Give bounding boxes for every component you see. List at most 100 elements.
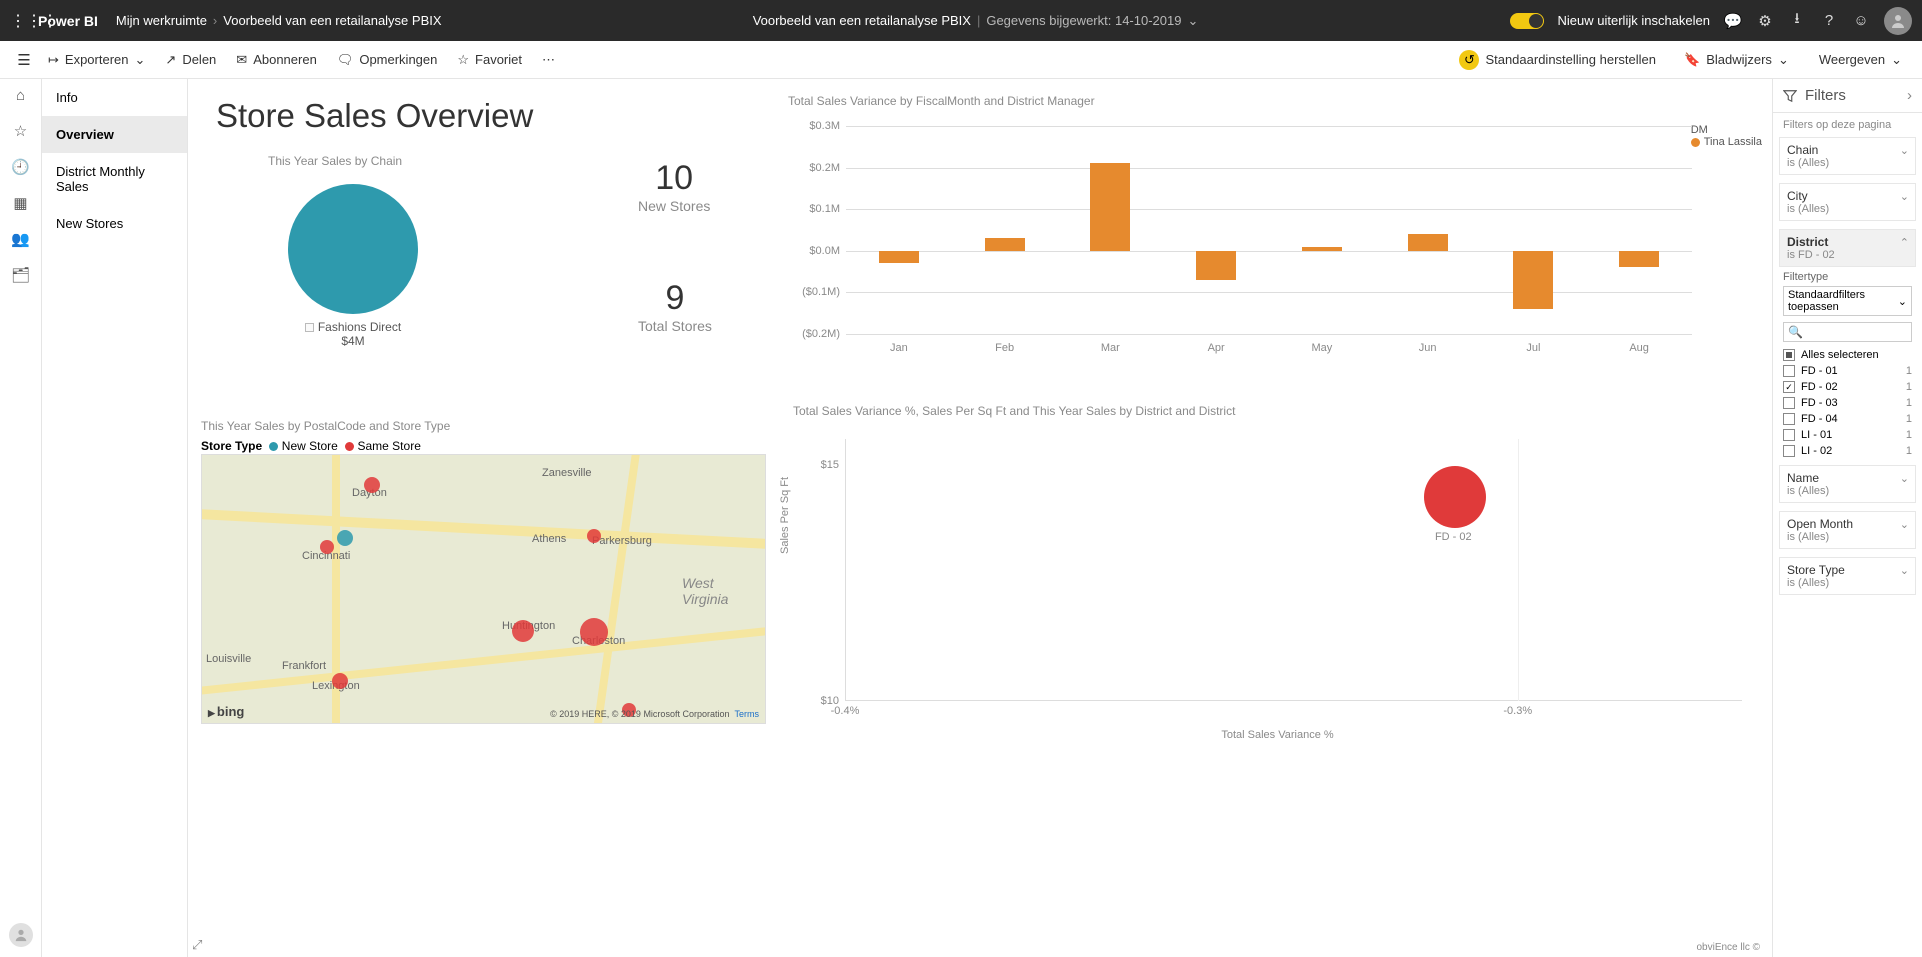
header-updated: Gegevens bijgewerkt: 14-10-2019 [986, 13, 1181, 28]
legend-swatch [345, 442, 354, 451]
filter-option[interactable]: FD - 021 [1779, 379, 1916, 395]
new-look-label: Nieuw uiterlijk inschakelen [1558, 13, 1710, 28]
chevron-down-icon: ⌄ [1900, 144, 1909, 157]
donut-chart[interactable]: Fashions Direct $4M [288, 184, 418, 348]
bar [1619, 251, 1659, 268]
more-icon[interactable]: ⋯ [532, 52, 565, 68]
bar-ytick: ($0.2M) [802, 328, 840, 340]
app-launcher-icon[interactable]: ⋮⋮⋮ [10, 11, 38, 31]
favorite-button[interactable]: ☆Favoriet [447, 52, 532, 68]
new-look-toggle[interactable] [1510, 13, 1544, 29]
filter-type-select[interactable]: Standaardfilters toepassen⌄ [1783, 286, 1912, 316]
filter-card-city[interactable]: Cityis (Alles)⌄ [1779, 183, 1916, 221]
bar-xlabel: Feb [985, 342, 1025, 354]
filter-search-input[interactable]: 🔍 [1783, 322, 1912, 342]
kpi-total-stores[interactable]: 9 Total Stores [638, 279, 712, 334]
kpi-label: Total Stores [638, 318, 712, 334]
map-terms-link[interactable]: Terms [735, 709, 760, 719]
donut-title: This Year Sales by Chain [268, 154, 402, 168]
shared-icon[interactable]: 👥 [11, 230, 30, 248]
filter-card-storetype[interactable]: Store Typeis (Alles)⌄ [1779, 557, 1916, 595]
bar-ytick: $0.3M [809, 120, 840, 132]
filters-header: Filters › [1773, 79, 1922, 113]
reset-button[interactable]: ↺ Standaardinstelling herstellen [1451, 47, 1664, 73]
bar-chart-legend: DM Tina Lassila [1691, 124, 1762, 148]
filter-card-openmonth[interactable]: Open Monthis (Alles)⌄ [1779, 511, 1916, 549]
left-rail: ⌂ ☆ 🕘 ▦ 👥 🗂 [0, 79, 42, 957]
scatter-ytick: $15 [821, 459, 839, 471]
comment-icon: 🗨 [337, 52, 354, 68]
filters-section-label: Filters op deze pagina [1773, 113, 1922, 133]
filter-card-district[interactable]: Districtis FD - 02⌃ [1779, 229, 1916, 267]
scatter-bubble-label: FD - 02 [1435, 531, 1472, 543]
expand-icon[interactable]: ⤢ [192, 937, 202, 953]
map-title: This Year Sales by PostalCode and Store … [201, 419, 450, 433]
filter-option-all[interactable]: Alles selecteren [1779, 347, 1916, 363]
share-icon: ↗ [165, 52, 176, 68]
home-icon[interactable]: ⌂ [16, 87, 25, 104]
bar [1196, 251, 1236, 280]
rail-avatar[interactable] [9, 923, 33, 947]
scatter-bubble [1424, 466, 1486, 528]
help-icon[interactable]: ? [1820, 12, 1838, 30]
feedback-icon[interactable]: ☺ [1852, 12, 1870, 30]
gear-icon[interactable]: ⚙ [1756, 12, 1774, 30]
share-button[interactable]: ↗Delen [155, 52, 226, 68]
breadcrumb-workspace[interactable]: Mijn werkruimte [116, 13, 207, 28]
nav-toggle-icon[interactable]: ☰ [10, 51, 38, 69]
donut-legend-label: Fashions Direct [318, 320, 401, 334]
page-tab-overview[interactable]: Overview [42, 116, 187, 153]
star-icon: ☆ [457, 52, 469, 68]
bar-chart[interactable]: Total Sales Variance by FiscalMonth and … [788, 94, 1762, 364]
scatter-chart[interactable]: $15 $10 -0.4% -0.3% FD - 02 Sales Per Sq… [793, 419, 1762, 749]
bar-chart-title: Total Sales Variance by FiscalMonth and … [788, 94, 1095, 108]
bar [1408, 234, 1448, 251]
chat-icon[interactable]: 💬 [1724, 12, 1742, 30]
bar-ytick: $0.2M [809, 162, 840, 174]
page-tab-district[interactable]: District Monthly Sales [42, 153, 187, 205]
filter-options-list: Alles selecteren FD - 011FD - 021FD - 03… [1779, 347, 1916, 459]
chevron-down-icon[interactable]: ⌄ [1187, 13, 1198, 29]
brand: Power BI [38, 13, 98, 29]
export-button[interactable]: ↦Exporteren⌄ [38, 52, 155, 68]
filter-card-chain[interactable]: Chainis (Alles)⌄ [1779, 137, 1916, 175]
command-bar: ☰ ↦Exporteren⌄ ↗Delen ✉Abonneren 🗨Opmerk… [0, 41, 1922, 79]
breadcrumb-report[interactable]: Voorbeeld van een retailanalyse PBIX [223, 13, 441, 28]
filter-card-name[interactable]: Nameis (Alles)⌄ [1779, 465, 1916, 503]
checkbox-icon [1783, 445, 1795, 457]
checkbox-icon [1783, 413, 1795, 425]
filter-option[interactable]: FD - 041 [1779, 411, 1916, 427]
map-visual[interactable]: Zanesville Dayton Cincinnati Athens Park… [201, 454, 766, 724]
kpi-new-stores[interactable]: 10 New Stores [638, 159, 710, 214]
favorites-icon[interactable]: ☆ [14, 122, 27, 140]
filter-option[interactable]: FD - 031 [1779, 395, 1916, 411]
filter-option[interactable]: LI - 011 [1779, 427, 1916, 443]
legend-swatch [1691, 138, 1700, 147]
page-tab-newstores[interactable]: New Stores [42, 205, 187, 242]
subscribe-button[interactable]: ✉Abonneren [226, 52, 327, 68]
checkbox-icon [1783, 397, 1795, 409]
scatter-xtick: -0.3% [1503, 705, 1532, 717]
filter-option[interactable]: LI - 021 [1779, 443, 1916, 459]
filter-option[interactable]: FD - 011 [1779, 363, 1916, 379]
chevron-right-icon[interactable]: › [1907, 87, 1912, 104]
avatar[interactable] [1884, 7, 1912, 35]
view-button[interactable]: Weergeven⌄ [1809, 52, 1912, 68]
report-pages: Info Overview District Monthly Sales New… [42, 79, 188, 957]
apps-icon[interactable]: ▦ [13, 194, 27, 212]
bookmarks-button[interactable]: 🔖Bladwijzers⌄ [1674, 52, 1799, 68]
download-icon[interactable]: ⭳ [1788, 12, 1806, 30]
bar-xlabel: Jul [1513, 342, 1553, 354]
map-credit: © 2019 HERE, © 2019 Microsoft Corporatio… [550, 709, 759, 719]
recent-icon[interactable]: 🕘 [11, 158, 30, 176]
scatter-title: Total Sales Variance %, Sales Per Sq Ft … [793, 404, 1235, 418]
comments-button[interactable]: 🗨Opmerkingen [327, 52, 448, 68]
mail-icon: ✉ [236, 52, 247, 68]
kpi-value: 10 [638, 159, 710, 198]
kpi-label: New Stores [638, 198, 710, 214]
page-tab-info[interactable]: Info [42, 79, 187, 116]
chevron-down-icon: ⌄ [1891, 52, 1902, 68]
reset-icon: ↺ [1459, 50, 1479, 70]
filter-icon [1783, 89, 1797, 103]
workspaces-icon[interactable]: 🗂 [11, 266, 30, 284]
